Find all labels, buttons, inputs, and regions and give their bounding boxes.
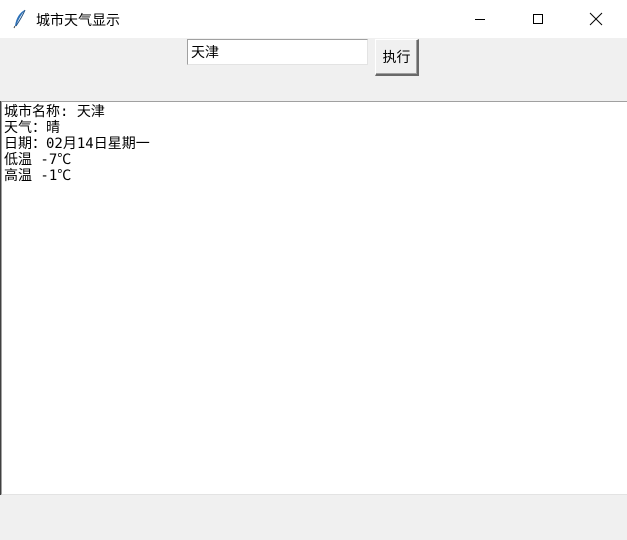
close-icon [589, 12, 603, 26]
close-button[interactable] [567, 0, 625, 38]
bottom-panel [0, 495, 627, 540]
execute-button[interactable]: 执行 [375, 39, 419, 76]
minimize-button[interactable] [451, 0, 509, 38]
weather-output-text[interactable]: 城市名称: 天津 天气：晴 日期：02月14日星期一 低温 -7℃ 高温 -1℃ [1, 101, 627, 495]
output-line-date: 日期：02月14日星期一 [4, 136, 150, 152]
output-line-city: 城市名称: 天津 [4, 104, 105, 120]
maximize-button[interactable] [509, 0, 567, 38]
minimize-icon [475, 19, 485, 20]
feather-icon [12, 9, 28, 29]
window-title: 城市天气显示 [36, 13, 120, 29]
output-line-low-temp: 低温 -7℃ [4, 152, 72, 168]
city-input[interactable] [187, 39, 368, 65]
output-line-weather: 天气：晴 [4, 120, 60, 136]
output-line-high-temp: 高温 -1℃ [4, 168, 72, 184]
maximize-icon [533, 14, 543, 24]
title-bar[interactable]: 城市天气显示 [0, 0, 627, 38]
main-window: 城市天气显示 执行 城市名称: 天津 天气：晴 日期：02月14日星期一 低温 … [0, 0, 627, 540]
